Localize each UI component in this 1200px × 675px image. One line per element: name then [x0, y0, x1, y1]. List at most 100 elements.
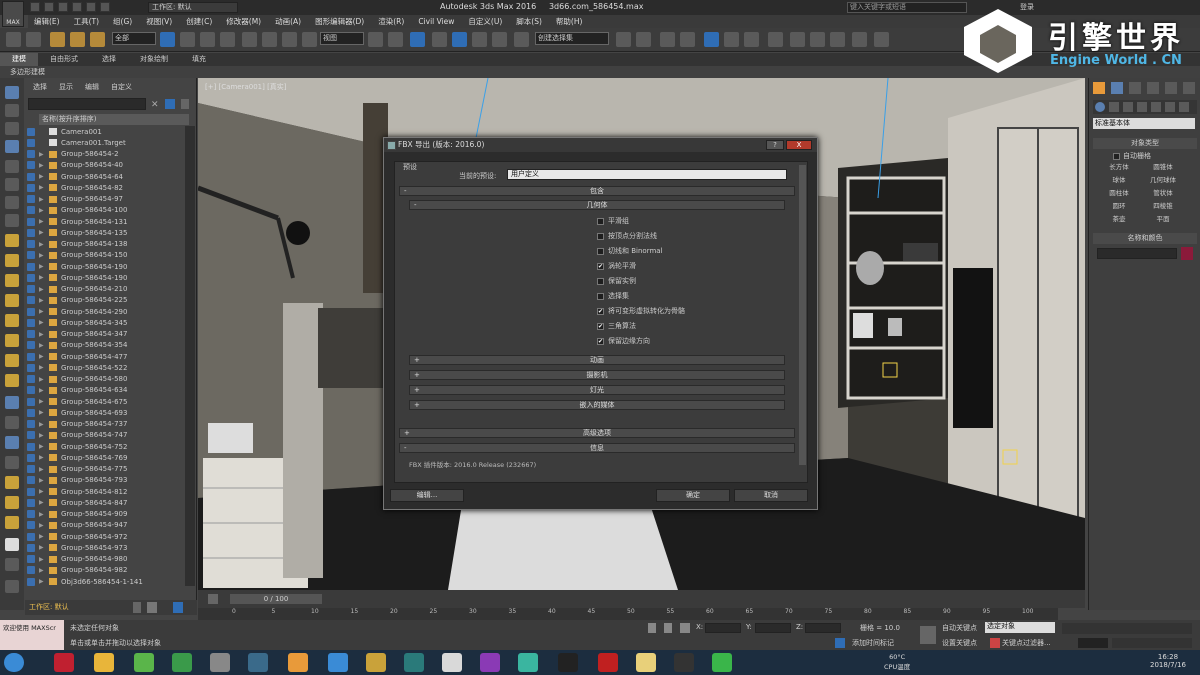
- list-item[interactable]: ▶ Group-586454-693: [25, 407, 185, 418]
- visibility-icon[interactable]: [27, 420, 35, 429]
- isolate-icon[interactable]: [664, 623, 672, 633]
- primitive-button[interactable]: 管状体: [1145, 188, 1181, 199]
- geometry-option-checkbox[interactable]: ✔ 将可变形虚拟转化为骨骼: [597, 306, 685, 316]
- list-item[interactable]: ▶ Group-586454-100: [25, 205, 185, 216]
- helpers-filter-icon[interactable]: [5, 234, 19, 247]
- autogrid-checkbox[interactable]: 自动栅格: [1113, 151, 1151, 161]
- expand-arrow-icon[interactable]: ▶: [39, 488, 49, 495]
- app-icon-2[interactable]: [94, 653, 114, 672]
- ribbon-tab[interactable]: 自由形式: [38, 53, 90, 66]
- geometry-option-checkbox[interactable]: 保留实例: [597, 276, 636, 286]
- help-button[interactable]: ?: [766, 140, 784, 150]
- geometry-rollout[interactable]: - 几何体: [409, 200, 785, 210]
- list-item[interactable]: ▶ Group-586454-847: [25, 497, 185, 508]
- clear-filter-icon[interactable]: ✕: [151, 100, 159, 110]
- primitive-button[interactable]: 圆环: [1101, 201, 1137, 212]
- visibility-icon[interactable]: [27, 397, 35, 406]
- ok-button[interactable]: 确定: [656, 489, 730, 502]
- expand-arrow-icon[interactable]: ▶: [39, 522, 49, 529]
- pin-icon[interactable]: [5, 516, 19, 529]
- list-item[interactable]: ▶ Group-586454-2: [25, 149, 185, 160]
- collapsed-rollout[interactable]: + 灯光: [409, 385, 785, 395]
- expand-arrow-icon[interactable]: ▶: [39, 499, 49, 506]
- current-frame-input[interactable]: [1078, 638, 1108, 648]
- expand-arrow-icon[interactable]: ▶: [39, 331, 49, 338]
- checkbox-box[interactable]: ✔: [597, 322, 604, 330]
- search-input[interactable]: 键入关键字或短语: [847, 2, 967, 13]
- visibility-icon[interactable]: [27, 532, 35, 541]
- lock-selection-icon[interactable]: [648, 623, 656, 633]
- expand-arrow-icon[interactable]: ▶: [39, 398, 49, 405]
- list-item[interactable]: ▶ Group-586454-972: [25, 531, 185, 542]
- named-selection-dropdown[interactable]: 创建选择集: [535, 32, 609, 45]
- telegram-icon[interactable]: [328, 653, 348, 672]
- list-item[interactable]: ▶ Group-586454-980: [25, 554, 185, 565]
- visibility-icon[interactable]: [27, 240, 35, 249]
- visibility-icon[interactable]: [27, 307, 35, 316]
- visibility-icon[interactable]: [27, 285, 35, 294]
- list-item[interactable]: ▶ Group-586454-290: [25, 306, 185, 317]
- visibility-icon[interactable]: [27, 498, 35, 507]
- key-selection-dropdown[interactable]: 选定对象: [985, 622, 1055, 633]
- geometry-option-checkbox[interactable]: 选择集: [597, 291, 629, 301]
- layers-icon[interactable]: [5, 436, 19, 449]
- visibility-icon[interactable]: [27, 127, 35, 136]
- space-warps-icon[interactable]: [1165, 102, 1175, 112]
- cancel-button[interactable]: 取消: [734, 489, 808, 502]
- select-by-name-icon[interactable]: [180, 32, 195, 47]
- explorer-tab[interactable]: 选择: [33, 82, 47, 94]
- checkbox-box[interactable]: [597, 292, 604, 300]
- y-coordinate-input[interactable]: [755, 623, 791, 633]
- visibility-icon[interactable]: [27, 487, 35, 496]
- visibility-icon[interactable]: [27, 262, 35, 271]
- display-all-icon[interactable]: [5, 122, 19, 135]
- visibility-icon[interactable]: [27, 510, 35, 519]
- list-item[interactable]: ▶ Group-586454-82: [25, 182, 185, 193]
- hierarchy-icon[interactable]: [5, 416, 19, 429]
- explorer-tab[interactable]: 自定义: [111, 82, 132, 94]
- visibility-icon[interactable]: [27, 195, 35, 204]
- list-item[interactable]: ▶ Group-586454-580: [25, 374, 185, 385]
- utilities-tab-icon[interactable]: [1183, 82, 1195, 94]
- geometry-filter-icon[interactable]: [5, 160, 19, 173]
- motion-tab-icon[interactable]: [1147, 82, 1159, 94]
- undo-icon[interactable]: [72, 2, 82, 12]
- edit-named-selection-icon[interactable]: [514, 32, 529, 47]
- list-item[interactable]: ▶ Group-586454-131: [25, 216, 185, 227]
- render-setup-icon[interactable]: [768, 32, 783, 47]
- list-item[interactable]: ▶ Group-586454-97: [25, 194, 185, 205]
- x-coordinate-input[interactable]: [705, 623, 741, 633]
- new-file-icon[interactable]: [30, 2, 40, 12]
- checkbox-box[interactable]: [597, 277, 604, 285]
- visibility-icon[interactable]: [27, 566, 35, 575]
- name-color-rollout[interactable]: 名称和颜色: [1093, 233, 1197, 244]
- list-item[interactable]: ▶ Group-586454-752: [25, 441, 185, 452]
- expand-arrow-icon[interactable]: ▶: [39, 533, 49, 540]
- time-slider[interactable]: 0 / 100: [198, 590, 1085, 608]
- expand-arrow-icon[interactable]: ▶: [39, 454, 49, 461]
- ribbon-tab[interactable]: 对象绘制: [128, 53, 180, 66]
- primitive-button[interactable]: 长方体: [1101, 162, 1137, 173]
- render-iterative-icon[interactable]: [830, 32, 845, 47]
- expand-arrow-icon[interactable]: ▶: [39, 162, 49, 169]
- expand-arrow-icon[interactable]: ▶: [39, 477, 49, 484]
- list-item[interactable]: ▶ Group-586454-747: [25, 430, 185, 441]
- checkbox-box[interactable]: [597, 217, 604, 225]
- object-name-input[interactable]: [1097, 248, 1177, 259]
- sort-icon[interactable]: [5, 456, 19, 469]
- menu-item[interactable]: 编辑(E): [34, 15, 60, 28]
- key-mode-icon[interactable]: [990, 638, 1000, 648]
- unreal-icon[interactable]: [674, 653, 694, 672]
- environment-icon[interactable]: [874, 32, 889, 47]
- visibility-icon[interactable]: [27, 577, 35, 586]
- z-coordinate-input[interactable]: [805, 623, 841, 633]
- expand-arrow-icon[interactable]: ▶: [39, 567, 49, 574]
- checkbox-box[interactable]: ✔: [597, 307, 604, 315]
- primitive-button[interactable]: 几何球体: [1145, 175, 1181, 186]
- curve-editor-icon[interactable]: [704, 32, 719, 47]
- expand-arrow-icon[interactable]: ▶: [39, 207, 49, 214]
- explorer-search-input[interactable]: [28, 98, 146, 110]
- folder-icon[interactable]: [636, 653, 656, 672]
- list-item[interactable]: ▶ Group-586454-347: [25, 329, 185, 340]
- expand-arrow-icon[interactable]: ▶: [39, 511, 49, 518]
